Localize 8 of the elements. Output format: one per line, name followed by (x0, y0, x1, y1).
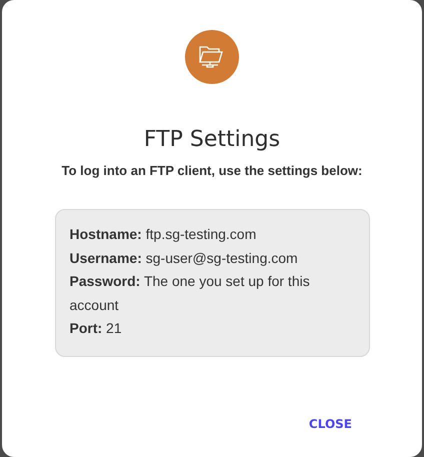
setting-text: Username: sg-user@sg-testing.com (70, 248, 299, 268)
instruction-text: To log into an FTP client, use the settings below: (62, 162, 362, 180)
dialog-title: FTP Settings (144, 126, 280, 154)
setting-text: Password: The one you set up for this account (70, 272, 311, 314)
close-button[interactable]: CLOSE (302, 412, 358, 434)
setting-text: Hostname: ftp.sg-testing.com (70, 225, 258, 244)
network-folder-icon (185, 30, 239, 84)
setting-text: Port: 21 (70, 319, 123, 338)
